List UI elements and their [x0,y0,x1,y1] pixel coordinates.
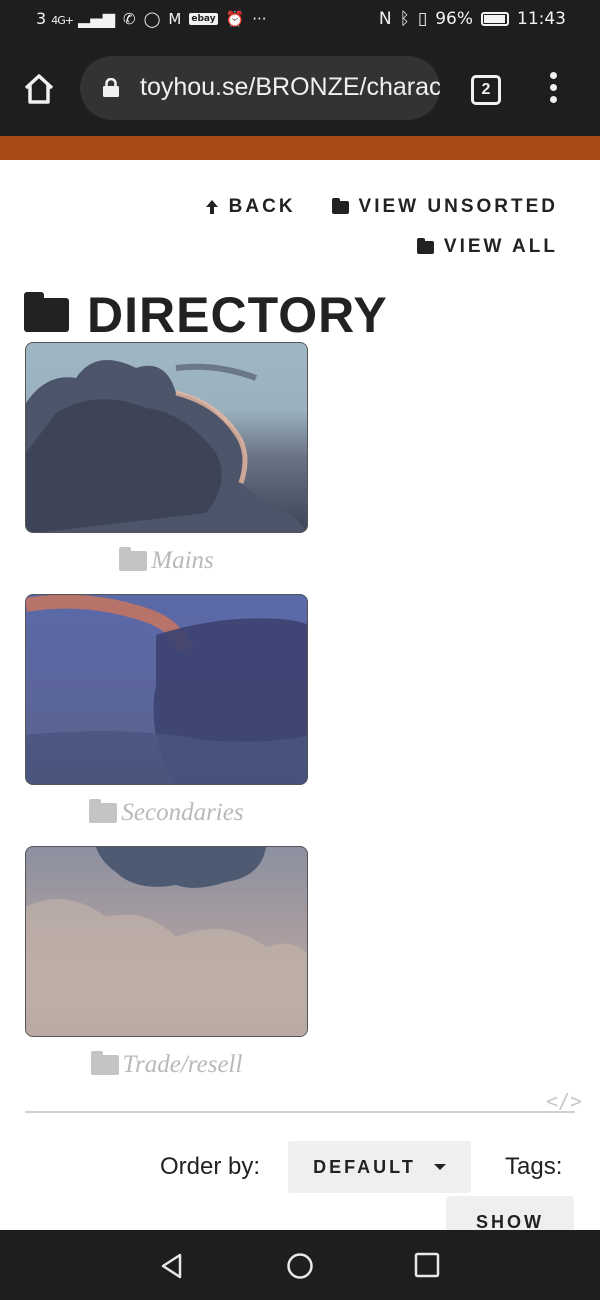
arrow-up-icon [205,200,218,214]
view-all-label: VIEW ALL [443,236,558,257]
order-by-value: DEFAULT [313,1156,416,1177]
recents-nav-icon[interactable] [414,1252,440,1278]
folder-name[interactable]: Mains [25,547,308,575]
divider [25,1111,575,1113]
cloud-image [26,360,307,532]
embed-code-icon[interactable]: </> [546,1089,582,1113]
home-icon [24,74,54,104]
back-link-label: BACK [228,196,296,217]
folder-icon [24,292,69,332]
lock-icon [103,78,119,97]
folder-thumbnail[interactable] [25,594,308,785]
cloud-image [26,595,307,784]
folder-icon [119,547,148,571]
status-bar: 3 4G+ ▂▄▆ ✆ ◯ M ebay ⏰ ··· N ᛒ ▯ 96% 11:… [0,0,600,40]
folder-card-trade-resell[interactable]: Trade/resell [25,846,308,1079]
ebay-icon: ebay [189,12,218,25]
page-title-text: DIRECTORY [87,287,388,343]
url-text: toyhou.se/BRONZE/characters/folder [140,73,440,101]
whatsapp-icon: ◯ [143,9,161,28]
order-by-dropdown[interactable]: DEFAULT [288,1141,471,1193]
home-nav-icon[interactable] [286,1252,314,1280]
tab-switcher-button[interactable]: 2 [471,75,501,105]
folder-navigation: BACK VIEW UNSORTED VIEW ALL [205,196,558,276]
system-navigation-bar [0,1230,600,1300]
view-unsorted-label: VIEW UNSORTED [358,196,558,217]
cloud-image [26,847,307,1036]
folder-icon [90,1051,119,1075]
more-icon: ··· [252,9,267,28]
network-indicator: 3 4G+ ▂▄▆ [36,9,116,28]
back-nav-icon[interactable] [158,1252,186,1280]
chevron-down-icon [433,1164,446,1170]
site-header-accent-bar [0,136,600,160]
bluetooth-icon: ᛒ [399,9,410,29]
alarm-icon: ⏰ [225,9,245,28]
browser-toolbar: toyhou.se/BRONZE/characters/folder 2 [0,40,600,136]
back-link[interactable]: BACK [205,196,296,218]
browser-menu-button[interactable] [546,72,560,106]
folder-icon [416,237,434,254]
home-button[interactable] [22,72,56,106]
address-bar[interactable]: toyhou.se/BRONZE/characters/folder [80,56,440,120]
folder-name[interactable]: Secondaries [25,799,308,827]
clock: 11:43 [517,9,566,29]
folder-name-label: Trade/resell [122,1051,243,1078]
folder-card-mains[interactable]: Mains [25,342,308,575]
folder-icon [331,197,349,214]
view-all-link[interactable]: VIEW ALL [205,236,558,258]
folder-thumbnail[interactable] [25,342,308,533]
view-unsorted-link[interactable]: VIEW UNSORTED [331,196,558,218]
folder-icon [89,799,118,823]
folder-name-label: Mains [151,547,214,574]
nfc-icon: N [378,9,392,29]
tags-label: Tags: [505,1153,563,1180]
battery-icon [481,12,509,26]
gmail-icon: M [168,9,182,28]
folder-card-secondaries[interactable]: Secondaries [25,594,308,827]
page-title: DIRECTORY [24,286,388,344]
vibrate-icon: ▯ [417,9,428,29]
order-by-label: Order by: [160,1153,261,1180]
folder-name[interactable]: Trade/resell [25,1051,308,1079]
battery-percent: 96% [435,9,473,29]
folder-thumbnail[interactable] [25,846,308,1037]
folder-name-label: Secondaries [121,799,244,826]
missed-call-icon: ✆ [123,9,136,28]
